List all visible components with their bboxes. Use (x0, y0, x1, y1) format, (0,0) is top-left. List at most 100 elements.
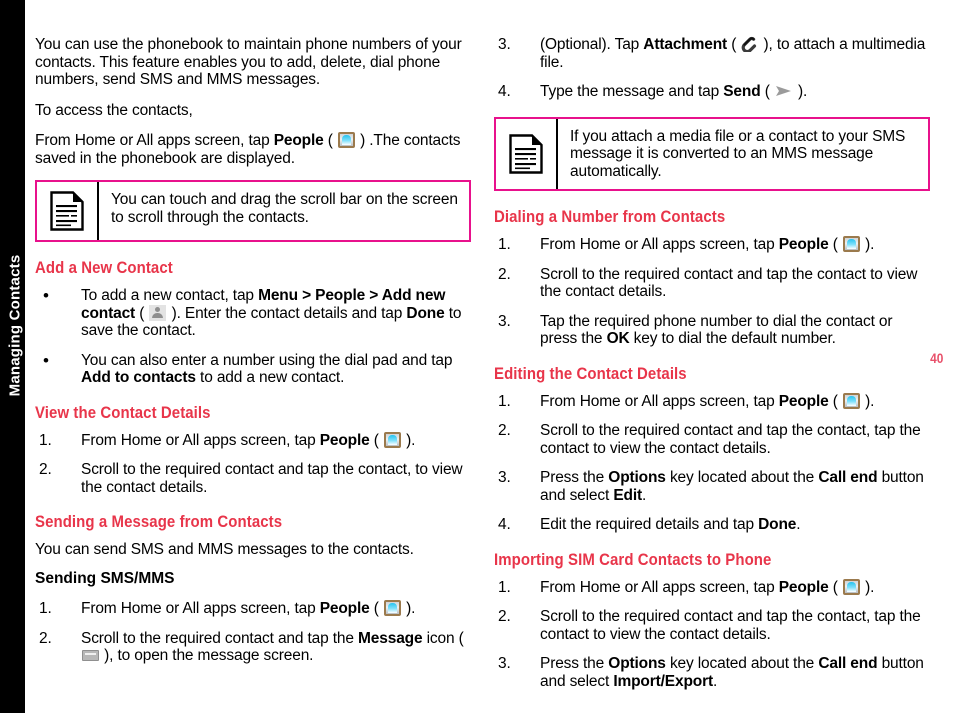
step-bold-import-export: Import/Export (613, 672, 713, 690)
people-icon (842, 392, 860, 409)
add-new-contact-bullets: • To add a new contact, tap Menu > People… (35, 287, 471, 387)
editing-contact-details-steps: 1. From Home or All apps screen, tap Peop… (494, 392, 930, 534)
step-post1: ). (401, 431, 416, 449)
list-item: 2. Scroll to the required contact and tap… (494, 608, 930, 643)
step-post3: . (642, 486, 647, 504)
continued-sms-steps: 3. (Optional). Tap Attachment ( ), to att… (494, 36, 930, 101)
step-pre: From Home or All apps screen, tap (540, 578, 779, 596)
list-item: 3. Tap the required phone number to dial … (494, 313, 930, 348)
sending-sms-mms-steps: 1. From Home or All apps screen, tap Peop… (35, 600, 471, 665)
step-mid: ( (828, 578, 842, 596)
people-icon (337, 132, 355, 148)
people-icon (842, 578, 860, 595)
step-marker: 1. (498, 578, 511, 596)
list-item: 3. Press the Options key located about th… (494, 469, 930, 504)
note-text: If you attach a media file or a contact … (570, 127, 906, 180)
people-line-pre: From Home or All apps screen, tap (35, 132, 274, 149)
section-heading-sending-message: Sending a Message from Contacts (35, 512, 283, 531)
step-post1: . (796, 516, 801, 533)
left-column: You can use the phonebook to maintain ph… (35, 36, 471, 665)
step-pre: Press the (540, 655, 609, 672)
step-marker: 3. (498, 312, 511, 330)
step-marker: 2. (498, 422, 511, 439)
importing-sim-contacts-steps: 1. From Home or All apps screen, tap Peop… (494, 578, 930, 691)
step-bold-attachment: Attachment (643, 36, 728, 53)
step-pre: From Home or All apps screen, tap (81, 600, 320, 617)
step-post1: ). (793, 83, 808, 100)
step-bold-people: People (778, 578, 829, 596)
list-item: 1. From Home or All apps screen, tap Peop… (35, 600, 471, 618)
step-mid: ( (760, 83, 774, 100)
step-bold-message: Message (358, 629, 423, 647)
step-pre: Edit the required details and tap (540, 516, 759, 533)
step-pre: Scroll to the required contact and tap t… (81, 461, 463, 496)
list-item: 4. Edit the required details and tap Done… (494, 516, 930, 534)
step-bold-ok: OK (606, 330, 630, 347)
step-pre: Scroll to the required contact and tap t… (540, 265, 918, 301)
step-bold-people: People (319, 431, 370, 449)
step-post1: ). (860, 578, 875, 596)
bullet-post1: ). Enter the contact details and tap (167, 304, 407, 322)
list-item: 4. Type the message and tap Send ( ). (494, 83, 930, 101)
step-bold-call-end: Call end (818, 469, 878, 486)
bullet-marker: • (43, 350, 49, 370)
step-post1: icon ( (422, 629, 464, 647)
step-post1: key located about the (665, 469, 819, 486)
bullet-marker: • (43, 286, 49, 305)
step-marker: 3. (498, 36, 511, 53)
list-item: 2. Scroll to the required contact and tap… (35, 630, 471, 665)
bullet-pre: You can also enter a number using the di… (81, 351, 453, 369)
list-item: 1. From Home or All apps screen, tap Peop… (494, 578, 930, 597)
dialing-number-steps: 1. From Home or All apps screen, tap Peop… (494, 236, 930, 348)
step-bold-send: Send (723, 83, 761, 100)
person-add-icon (149, 304, 167, 321)
list-item: 2. Scroll to the required contact and tap… (494, 422, 930, 457)
sending-message-paragraph: You can send SMS and MMS messages to the… (35, 541, 414, 558)
note-callout-scrollbar: You can touch and drag the scroll bar on… (35, 180, 471, 242)
view-contact-details-steps: 1. From Home or All apps screen, tap Peop… (35, 431, 471, 497)
list-item: 1. From Home or All apps screen, tap Peop… (494, 236, 930, 254)
right-column: 3. (Optional). Tap Attachment ( ), to att… (494, 36, 930, 690)
attachment-icon (741, 36, 758, 54)
step-mid: ( (828, 392, 842, 410)
step-marker: 2. (39, 629, 52, 647)
list-item: • You can also enter a number using the d… (35, 350, 471, 387)
step-marker: 2. (498, 608, 511, 625)
step-post1: ). (860, 236, 875, 253)
manual-page: You can use the phonebook to maintain ph… (0, 0, 969, 713)
send-icon (775, 84, 793, 96)
list-item: 3. (Optional). Tap Attachment ( ), to att… (494, 36, 930, 71)
step-bold-options: Options (608, 469, 666, 486)
step-post1: key located about the (665, 655, 819, 672)
section-heading-importing-sim-contacts: Importing SIM Card Contacts to Phone (494, 549, 772, 569)
access-contacts-line: To access the contacts, (35, 101, 193, 119)
people-keyword: People (273, 132, 324, 149)
step-marker: 4. (498, 83, 511, 100)
step-post2: ), to open the message screen. (100, 647, 314, 664)
bullet-bold-add-to-contacts: Add to contacts (81, 369, 196, 386)
list-item: 1. From Home or All apps screen, tap Peop… (35, 431, 471, 450)
step-pre: From Home or All apps screen, tap (540, 236, 779, 253)
step-pre: From Home or All apps screen, tap (81, 431, 320, 449)
step-post1: ). (401, 600, 416, 617)
bullet-bold-done: Done (406, 304, 445, 322)
step-mid: ( (727, 36, 741, 53)
section-heading-dialing-number: Dialing a Number from Contacts (494, 207, 726, 226)
step-bold-done: Done (758, 516, 797, 533)
step-post1: key to dial the default number. (629, 330, 836, 347)
note-icon-cell (37, 182, 99, 240)
step-marker: 4. (498, 516, 511, 533)
message-icon (82, 650, 99, 661)
step-pre: Scroll to the required contact and tap t… (540, 608, 921, 643)
step-mid: ( (828, 236, 842, 253)
step-pre: Type the message and tap (540, 83, 724, 100)
step-pre: Scroll to the required contact and tap t… (81, 629, 359, 647)
step-post1: ). (860, 392, 875, 410)
people-icon (842, 236, 860, 252)
step-post3: . (713, 672, 718, 690)
subheading-sending-sms-mms: Sending SMS/MMS (35, 569, 175, 587)
note-document-icon (509, 134, 543, 174)
people-icon (383, 600, 401, 616)
people-access-line: From Home or All apps screen, tap People… (35, 132, 471, 167)
step-bold-people: People (319, 600, 370, 617)
